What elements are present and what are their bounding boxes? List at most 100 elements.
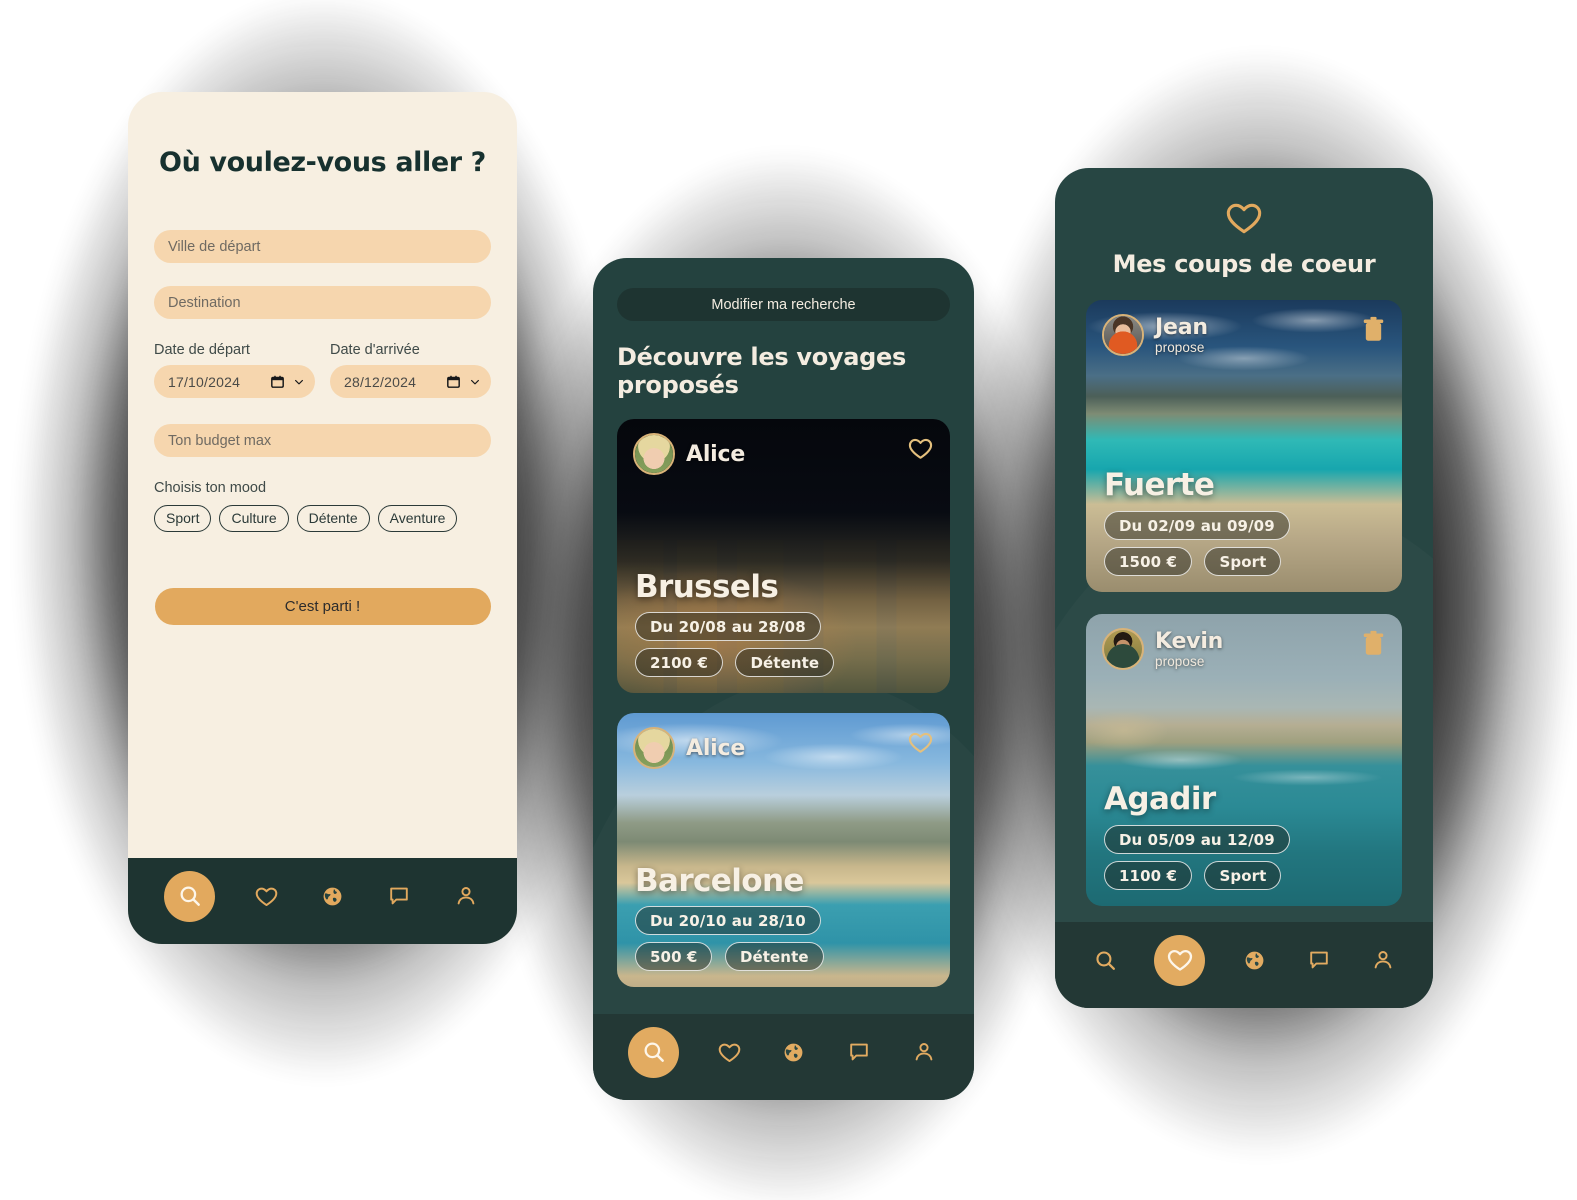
trip-card-header: Alice [617,419,950,476]
nav-search[interactable] [1090,945,1120,975]
favorite-button[interactable] [907,435,934,467]
phone-favorites-screen: Mes coups de coeur Jean propose Fuerte D… [1055,168,1433,1008]
nav-profile[interactable] [909,1037,939,1067]
budget-input[interactable] [154,424,491,457]
favorite-button[interactable] [907,729,934,761]
mood-chip-detente[interactable]: Détente [296,505,370,532]
departure-date-input[interactable]: 17/10/2024 [154,365,315,398]
trip-city: Brussels [635,568,779,605]
submit-search-button[interactable]: C'est parti ! [154,587,491,625]
trip-dates-tag: Du 20/10 au 28/10 [635,906,821,936]
globe-icon [785,1043,803,1061]
search-icon [1096,950,1115,970]
nav-explore[interactable] [318,881,348,911]
nav-search[interactable] [164,870,216,922]
trash-icon [1363,630,1384,655]
chevron-down-icon[interactable] [469,376,481,388]
arrival-date-group: Date d'arrivée 28/12/2024 [330,342,491,398]
chat-icon [390,887,409,905]
avatar [633,433,675,476]
page-title: Où voulez-vous aller ? [159,147,486,178]
arrival-date-value: 28/12/2024 [344,373,417,390]
avatar [633,727,675,770]
favorite-card-info: Fuerte Du 02/09 au 09/09 1500 € Sport [1104,469,1384,576]
arrival-date-input[interactable]: 28/12/2024 [330,365,491,398]
trip-city: Barcelone [635,862,804,899]
favorite-card[interactable]: Jean propose Fuerte Du 02/09 au 09/09 15… [1086,300,1402,592]
nav-explore[interactable] [1239,945,1269,975]
favorite-user-name: Jean [1155,315,1208,340]
favorite-card-header: Kevin propose [1086,614,1402,670]
page-title: Mes coups de coeur [1112,250,1376,278]
bottom-nav [1055,922,1433,1008]
chat-icon [1309,951,1328,969]
delete-favorite-button[interactable] [1361,316,1386,348]
trip-user-name: Alice [686,441,746,467]
heart-icon [908,733,933,753]
chevron-down-icon[interactable] [293,376,305,388]
departure-date-label: Date de départ [154,342,250,358]
nav-messages[interactable] [844,1037,874,1067]
mockup-canvas: Où voulez-vous aller ? Date de départ 17… [0,0,1577,1200]
arrival-date-label: Date d'arrivée [330,342,420,358]
avatar [1102,314,1144,356]
bottom-nav [128,858,517,944]
nav-messages[interactable] [1304,945,1334,975]
mood-chip-sport[interactable]: Sport [154,505,212,532]
person-icon [457,887,475,905]
departure-date-value: 17/10/2024 [168,373,241,390]
person-icon [1374,951,1392,969]
favorite-user-subtitle: propose [1155,654,1205,669]
person-icon [915,1043,932,1061]
departure-city-input[interactable] [154,230,491,263]
nav-favorites[interactable] [1154,934,1206,986]
nav-explore[interactable] [779,1037,809,1067]
date-row: Date de départ 17/10/2024 Date d'arrivée… [154,342,491,398]
heart-icon [255,887,278,906]
trip-price-tag: 500 € [635,942,713,972]
trip-card[interactable]: Alice Barcelone Du 20/10 au 28/10 500 € … [617,713,950,988]
nav-search[interactable] [628,1026,680,1078]
chat-icon [850,1043,868,1061]
nav-favorites[interactable] [252,881,282,911]
calendar-icon[interactable] [447,375,460,388]
favorites-body: Mes coups de coeur Jean propose Fuerte D… [1055,168,1433,922]
favorite-user-name: Kevin [1155,629,1224,654]
nav-profile[interactable] [451,881,481,911]
trip-dates-tag: Du 20/08 au 28/08 [635,612,821,642]
phone-search-screen: Où voulez-vous aller ? Date de départ 17… [128,92,517,944]
calendar-icon[interactable] [271,375,284,388]
favorite-card-header: Jean propose [1086,300,1402,356]
nav-profile[interactable] [1368,945,1398,975]
search-form: Où voulez-vous aller ? Date de départ 17… [128,92,517,858]
trip-card-info: Brussels Du 20/08 au 28/08 2100 € Détent… [635,571,932,678]
favorite-user-subtitle: propose [1155,340,1205,355]
departure-date-group: Date de départ 17/10/2024 [154,342,315,398]
favorite-city: Agadir [1104,781,1216,818]
nav-favorites[interactable] [714,1037,744,1067]
mood-label: Choisis ton mood [154,480,267,496]
trip-card-header: Alice [617,713,950,770]
heart-icon [908,439,933,459]
mood-chip-aventure[interactable]: Aventure [377,505,458,532]
bottom-nav [593,1014,974,1100]
nav-messages[interactable] [384,881,414,911]
favorite-price-tag: 1100 € [1104,861,1193,890]
modify-search-button[interactable]: Modifier ma recherche [617,288,950,321]
delete-favorite-button[interactable] [1361,630,1386,662]
trip-user-name: Alice [686,735,746,761]
trip-price-tag: 2100 € [635,648,724,678]
favorite-mood-tag: Sport [1204,861,1282,890]
favorite-card-info: Agadir Du 05/09 au 12/09 1100 € Sport [1104,783,1384,890]
favorite-city: Fuerte [1104,467,1215,504]
favorite-mood-tag: Sport [1204,547,1282,576]
heart-icon [1226,203,1262,234]
mood-chip-culture[interactable]: Culture [219,505,289,532]
favorite-card[interactable]: Kevin propose Agadir Du 05/09 au 12/09 1… [1086,614,1402,906]
destination-input[interactable] [154,286,491,319]
favorite-dates-tag: Du 05/09 au 12/09 [1104,825,1290,854]
phone-results-screen: Modifier ma recherche Découvre les voyag… [593,258,974,1100]
search-icon [180,886,200,906]
trip-card[interactable]: Alice Brussels Du 20/08 au 28/08 2100 € … [617,419,950,694]
globe-icon [1245,951,1264,969]
